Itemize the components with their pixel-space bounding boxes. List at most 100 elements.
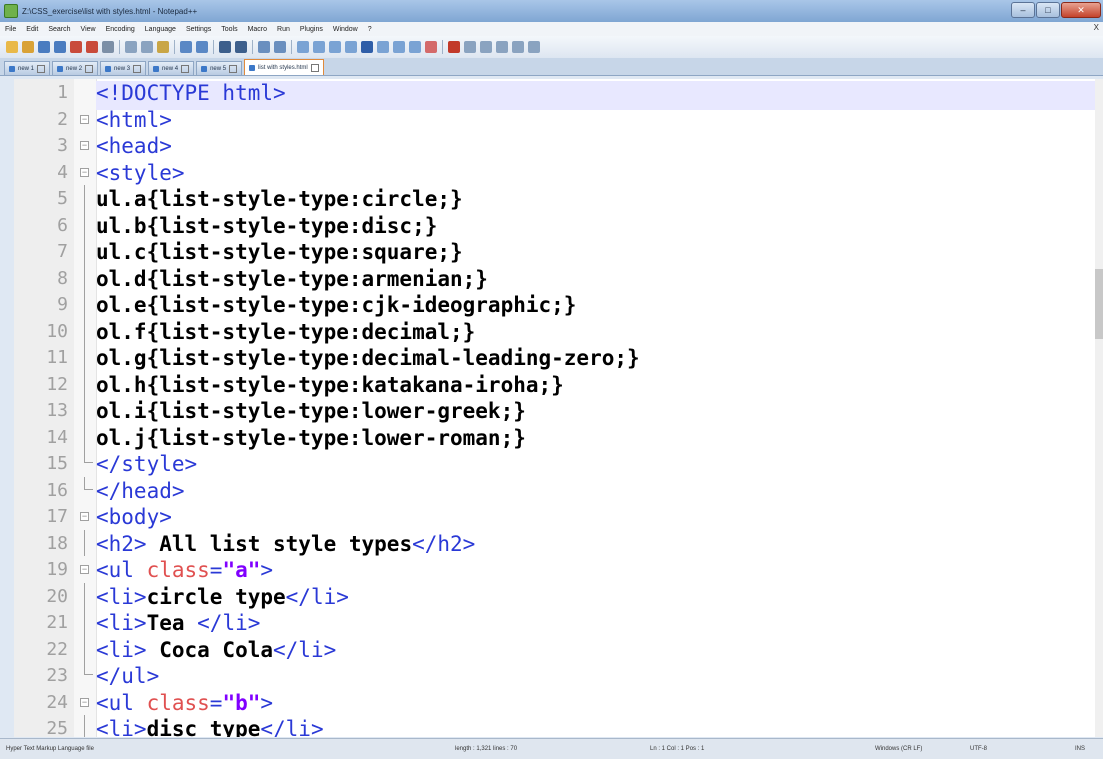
menu-view[interactable]: View (76, 26, 101, 33)
code-line[interactable]: 3 − <head> (14, 132, 1103, 159)
tab-new-4[interactable]: new 4 (148, 61, 195, 75)
tab-new-1[interactable]: new 1 (4, 61, 51, 75)
doc-map-icon[interactable] (393, 41, 405, 53)
menu-search[interactable]: Search (43, 26, 75, 33)
menu-file[interactable]: File (0, 26, 21, 33)
fold-toggle-icon[interactable]: − (80, 565, 89, 574)
save-all-icon[interactable] (54, 41, 66, 53)
cut-icon[interactable] (125, 41, 137, 53)
code-line[interactable]: 14 ol.j{list-style-type:lower-roman;} (14, 423, 1103, 450)
tab-new-2[interactable]: new 2 (52, 61, 99, 75)
code-line[interactable]: 1 <!DOCTYPE html> (14, 79, 1103, 106)
tab-label: new 1 (18, 65, 35, 72)
language-icon[interactable] (377, 41, 389, 53)
code-line[interactable]: 20 <li>circle type</li> (14, 582, 1103, 609)
title-bar[interactable]: Z:\CSS_exercise\list with styles.html - … (0, 0, 1103, 22)
tab-new-5[interactable]: new 5 (196, 61, 243, 75)
tab-list-with-styles[interactable]: list with styles.html (244, 59, 324, 75)
fold-toggle-icon[interactable]: − (80, 114, 89, 124)
play-macro-icon[interactable] (480, 41, 492, 53)
save-icon[interactable] (38, 41, 50, 53)
menu-settings[interactable]: Settings (181, 26, 216, 33)
tab-new-3[interactable]: new 3 (100, 61, 147, 75)
code-editor[interactable]: 1 <!DOCTYPE html> 2− <html> 3− <head> 4− <style… (14, 79, 1103, 737)
close-file-icon[interactable] (70, 41, 82, 53)
zoom-in-icon[interactable] (258, 41, 270, 53)
run-macro-multiple-icon[interactable] (496, 41, 508, 53)
code-line[interactable]: 23 </ul> (14, 662, 1103, 689)
show-all-chars-icon[interactable] (345, 41, 357, 53)
code-line[interactable]: 18 <h2> All list style types</h2> (14, 529, 1103, 556)
line-number: 21 (46, 612, 68, 633)
menu-tools[interactable]: Tools (216, 26, 242, 33)
monitoring-icon[interactable] (425, 41, 437, 53)
code-line[interactable]: 13 ol.i{list-style-type:lower-greek;} (14, 397, 1103, 424)
code-line[interactable]: 15 </style> (14, 450, 1103, 477)
save-macro-icon[interactable] (512, 41, 524, 53)
function-list-icon[interactable] (409, 41, 421, 53)
find-icon[interactable] (219, 41, 231, 53)
menu-edit[interactable]: Edit (21, 26, 43, 33)
vertical-scrollbar[interactable] (1095, 79, 1103, 737)
indent-guide-icon[interactable] (361, 41, 373, 53)
code-line[interactable]: 16 </head> (14, 476, 1103, 504)
open-file-icon[interactable] (22, 41, 34, 53)
undo-icon[interactable] (180, 41, 192, 53)
fold-toggle-icon[interactable]: − (80, 141, 89, 150)
sync-horizontal-icon[interactable] (313, 41, 325, 53)
code-line[interactable]: 7 ul.c{list-style-type:square;} (14, 238, 1103, 265)
token-txt: ol.i{list-style-type:lower-greek;} (96, 399, 526, 423)
code-line[interactable]: 2 − <html> (14, 106, 1103, 133)
word-wrap-icon[interactable] (329, 41, 341, 53)
zoom-out-icon[interactable] (274, 41, 286, 53)
code-line[interactable]: 19 − <ul class="a"> (14, 556, 1103, 583)
code-line[interactable]: 17 − <body> (14, 503, 1103, 530)
token-tag: <head> (96, 134, 172, 158)
replace-icon[interactable] (235, 41, 247, 53)
tab-close-icon[interactable] (37, 64, 46, 73)
fold-guide (84, 715, 85, 737)
menu-macro[interactable]: Macro (243, 26, 272, 33)
print-icon[interactable] (102, 41, 114, 53)
sync-vertical-icon[interactable] (297, 41, 309, 53)
close-document-button[interactable]: X (1094, 23, 1099, 32)
redo-icon[interactable] (196, 41, 208, 53)
code-line[interactable]: 9 ol.e{list-style-type:cjk-ideographic;} (14, 291, 1103, 318)
fold-toggle-icon[interactable]: − (80, 167, 89, 177)
fold-toggle-icon[interactable]: − (80, 697, 89, 707)
close-button[interactable]: ✕ (1061, 2, 1101, 18)
copy-icon[interactable] (141, 41, 153, 53)
code-line[interactable]: 22 <li> Coca Cola</li> (14, 635, 1103, 662)
scrollbar-thumb[interactable] (1095, 269, 1103, 339)
menu-language[interactable]: Language (140, 26, 181, 33)
tab-close-icon[interactable] (85, 64, 94, 73)
code-line[interactable]: 25 <li>disc type</li> (14, 715, 1103, 737)
code-line[interactable]: 5 ul.a{list-style-type:circle;} (14, 185, 1103, 212)
tab-close-icon[interactable] (181, 64, 190, 73)
fold-toggle-icon[interactable]: − (80, 512, 89, 521)
menu-window[interactable]: Window (328, 26, 363, 33)
code-line[interactable]: 4 − <style> (14, 159, 1103, 186)
menu-run[interactable]: Run (272, 26, 295, 33)
menu-help[interactable]: ? (363, 26, 377, 33)
code-line[interactable]: 8 ol.d{list-style-type:armenian;} (14, 264, 1103, 291)
new-file-icon[interactable] (6, 41, 18, 53)
tab-close-icon[interactable] (310, 63, 319, 72)
stop-macro-icon[interactable] (464, 41, 476, 53)
paste-icon[interactable] (157, 41, 169, 53)
code-line[interactable]: 6 ul.b{list-style-type:disc;} (14, 211, 1103, 238)
tab-close-icon[interactable] (133, 64, 142, 73)
code-line[interactable]: 12 ol.h{list-style-type:katakana-iroha;} (14, 370, 1103, 397)
spell-check-icon[interactable] (528, 41, 540, 53)
menu-encoding[interactable]: Encoding (101, 26, 140, 33)
tab-close-icon[interactable] (229, 64, 238, 73)
menu-plugins[interactable]: Plugins (295, 26, 328, 33)
maximize-button[interactable]: □ (1036, 2, 1060, 18)
code-line[interactable]: 24 − <ul class="b"> (14, 689, 1103, 716)
minimize-button[interactable]: – (1011, 2, 1035, 18)
close-all-icon[interactable] (86, 41, 98, 53)
code-line[interactable]: 11 ol.g{list-style-type:decimal-leading-z… (14, 344, 1103, 371)
record-macro-icon[interactable] (448, 41, 460, 53)
code-line[interactable]: 10 ol.f{list-style-type:decimal;} (14, 317, 1103, 344)
code-line[interactable]: 21 <li>Tea </li> (14, 609, 1103, 636)
